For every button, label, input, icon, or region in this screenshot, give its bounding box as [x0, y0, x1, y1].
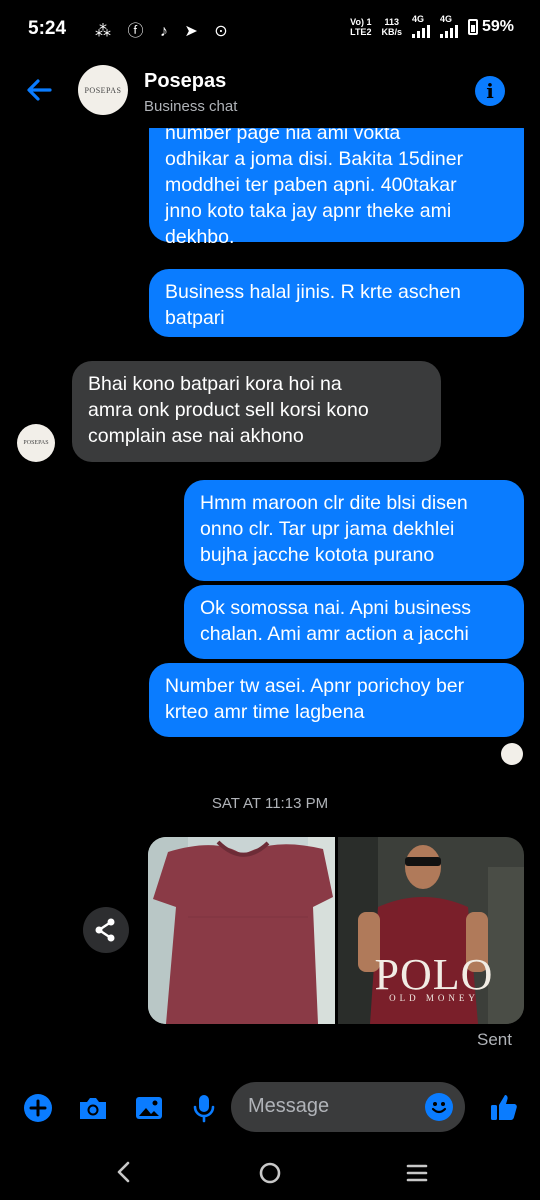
network-speed: 113 KB/s [381, 17, 402, 37]
message-bubble-outgoing[interactable]: Business halal jinis. R krte aschen batp… [149, 269, 524, 337]
message-bubble-outgoing[interactable]: Ok somossa nai. Apni business chalan. Am… [184, 585, 524, 659]
message-placeholder: Message [248, 1095, 330, 1117]
share-icon [95, 918, 115, 942]
signal-sim1: 4G [411, 14, 430, 40]
status-bar: 5:24 ⁂ ⓕ ♪ ➤ ⊙ Vo) 1 LTE2 113 KB/s 4G 4G 5… [0, 0, 540, 60]
timestamp: SAT AT 11:13 PM [211, 795, 329, 812]
message-bubble-outgoing[interactable]: Hmm maroon clr dite blsi disen onno clr.… [184, 480, 524, 581]
signal-sim2: 4G [439, 14, 458, 40]
message-bubble-outgoing[interactable]: Number tw asei. Apnr porichoy ber krteo … [149, 663, 524, 737]
avatar[interactable]: POSEPAS [17, 424, 55, 462]
sent-status: Sent [477, 1030, 512, 1048]
battery-icon [467, 19, 478, 35]
message-bubble-incoming[interactable]: Bhai kono batpari kora hoi na amra onk p… [72, 361, 441, 462]
gallery-icon[interactable] [133, 1092, 165, 1124]
polo-subtitle: OLD MONEY [389, 993, 479, 1003]
contact-subtitle: Business chat [144, 98, 238, 115]
signal-bars-icon [411, 24, 430, 38]
photo-attachment-polo[interactable]: POLO OLD MONEY [338, 837, 524, 1024]
composer-bar: Message [0, 1078, 540, 1138]
like-icon[interactable] [488, 1092, 520, 1124]
battery: 59% [467, 18, 514, 36]
contact-name[interactable]: Posepas [144, 70, 226, 93]
maroon-shirt-image [148, 837, 335, 1024]
notification-icons: ⁂ ⓕ ♪ ➤ ⊙ [95, 23, 234, 40]
avatar-logo-text: POSEPAS [84, 85, 122, 95]
microphone-icon[interactable] [188, 1092, 220, 1124]
system-navigation-bar [0, 1145, 540, 1200]
message-input[interactable]: Message [231, 1082, 465, 1132]
volte-indicator: Vo) 1 LTE2 [350, 17, 372, 37]
plus-icon[interactable] [22, 1092, 54, 1124]
clock: 5:24 [28, 18, 67, 39]
message-list[interactable]: number page nia ami vokta odhikar a joma… [0, 128, 540, 1048]
share-button[interactable] [83, 907, 129, 953]
nav-home-icon[interactable] [257, 1160, 283, 1186]
status-indicators: Vo) 1 LTE2 113 KB/s 4G 4G 59% [350, 14, 514, 40]
signal-bars-icon [439, 24, 458, 38]
photo-attachment-shirt[interactable] [148, 837, 335, 1024]
camera-icon[interactable] [77, 1092, 109, 1124]
emoji-icon[interactable] [425, 1093, 453, 1121]
read-receipt-avatar [501, 743, 523, 765]
nav-recents-icon[interactable] [404, 1160, 430, 1186]
back-arrow-icon[interactable] [22, 73, 56, 107]
battery-percent: 59% [481, 18, 514, 36]
info-icon[interactable]: i [475, 76, 505, 106]
avatar[interactable]: POSEPAS [78, 65, 128, 115]
message-bubble-outgoing[interactable]: number page nia ami vokta odhikar a joma… [149, 128, 524, 248]
nav-back-icon[interactable] [112, 1159, 136, 1185]
